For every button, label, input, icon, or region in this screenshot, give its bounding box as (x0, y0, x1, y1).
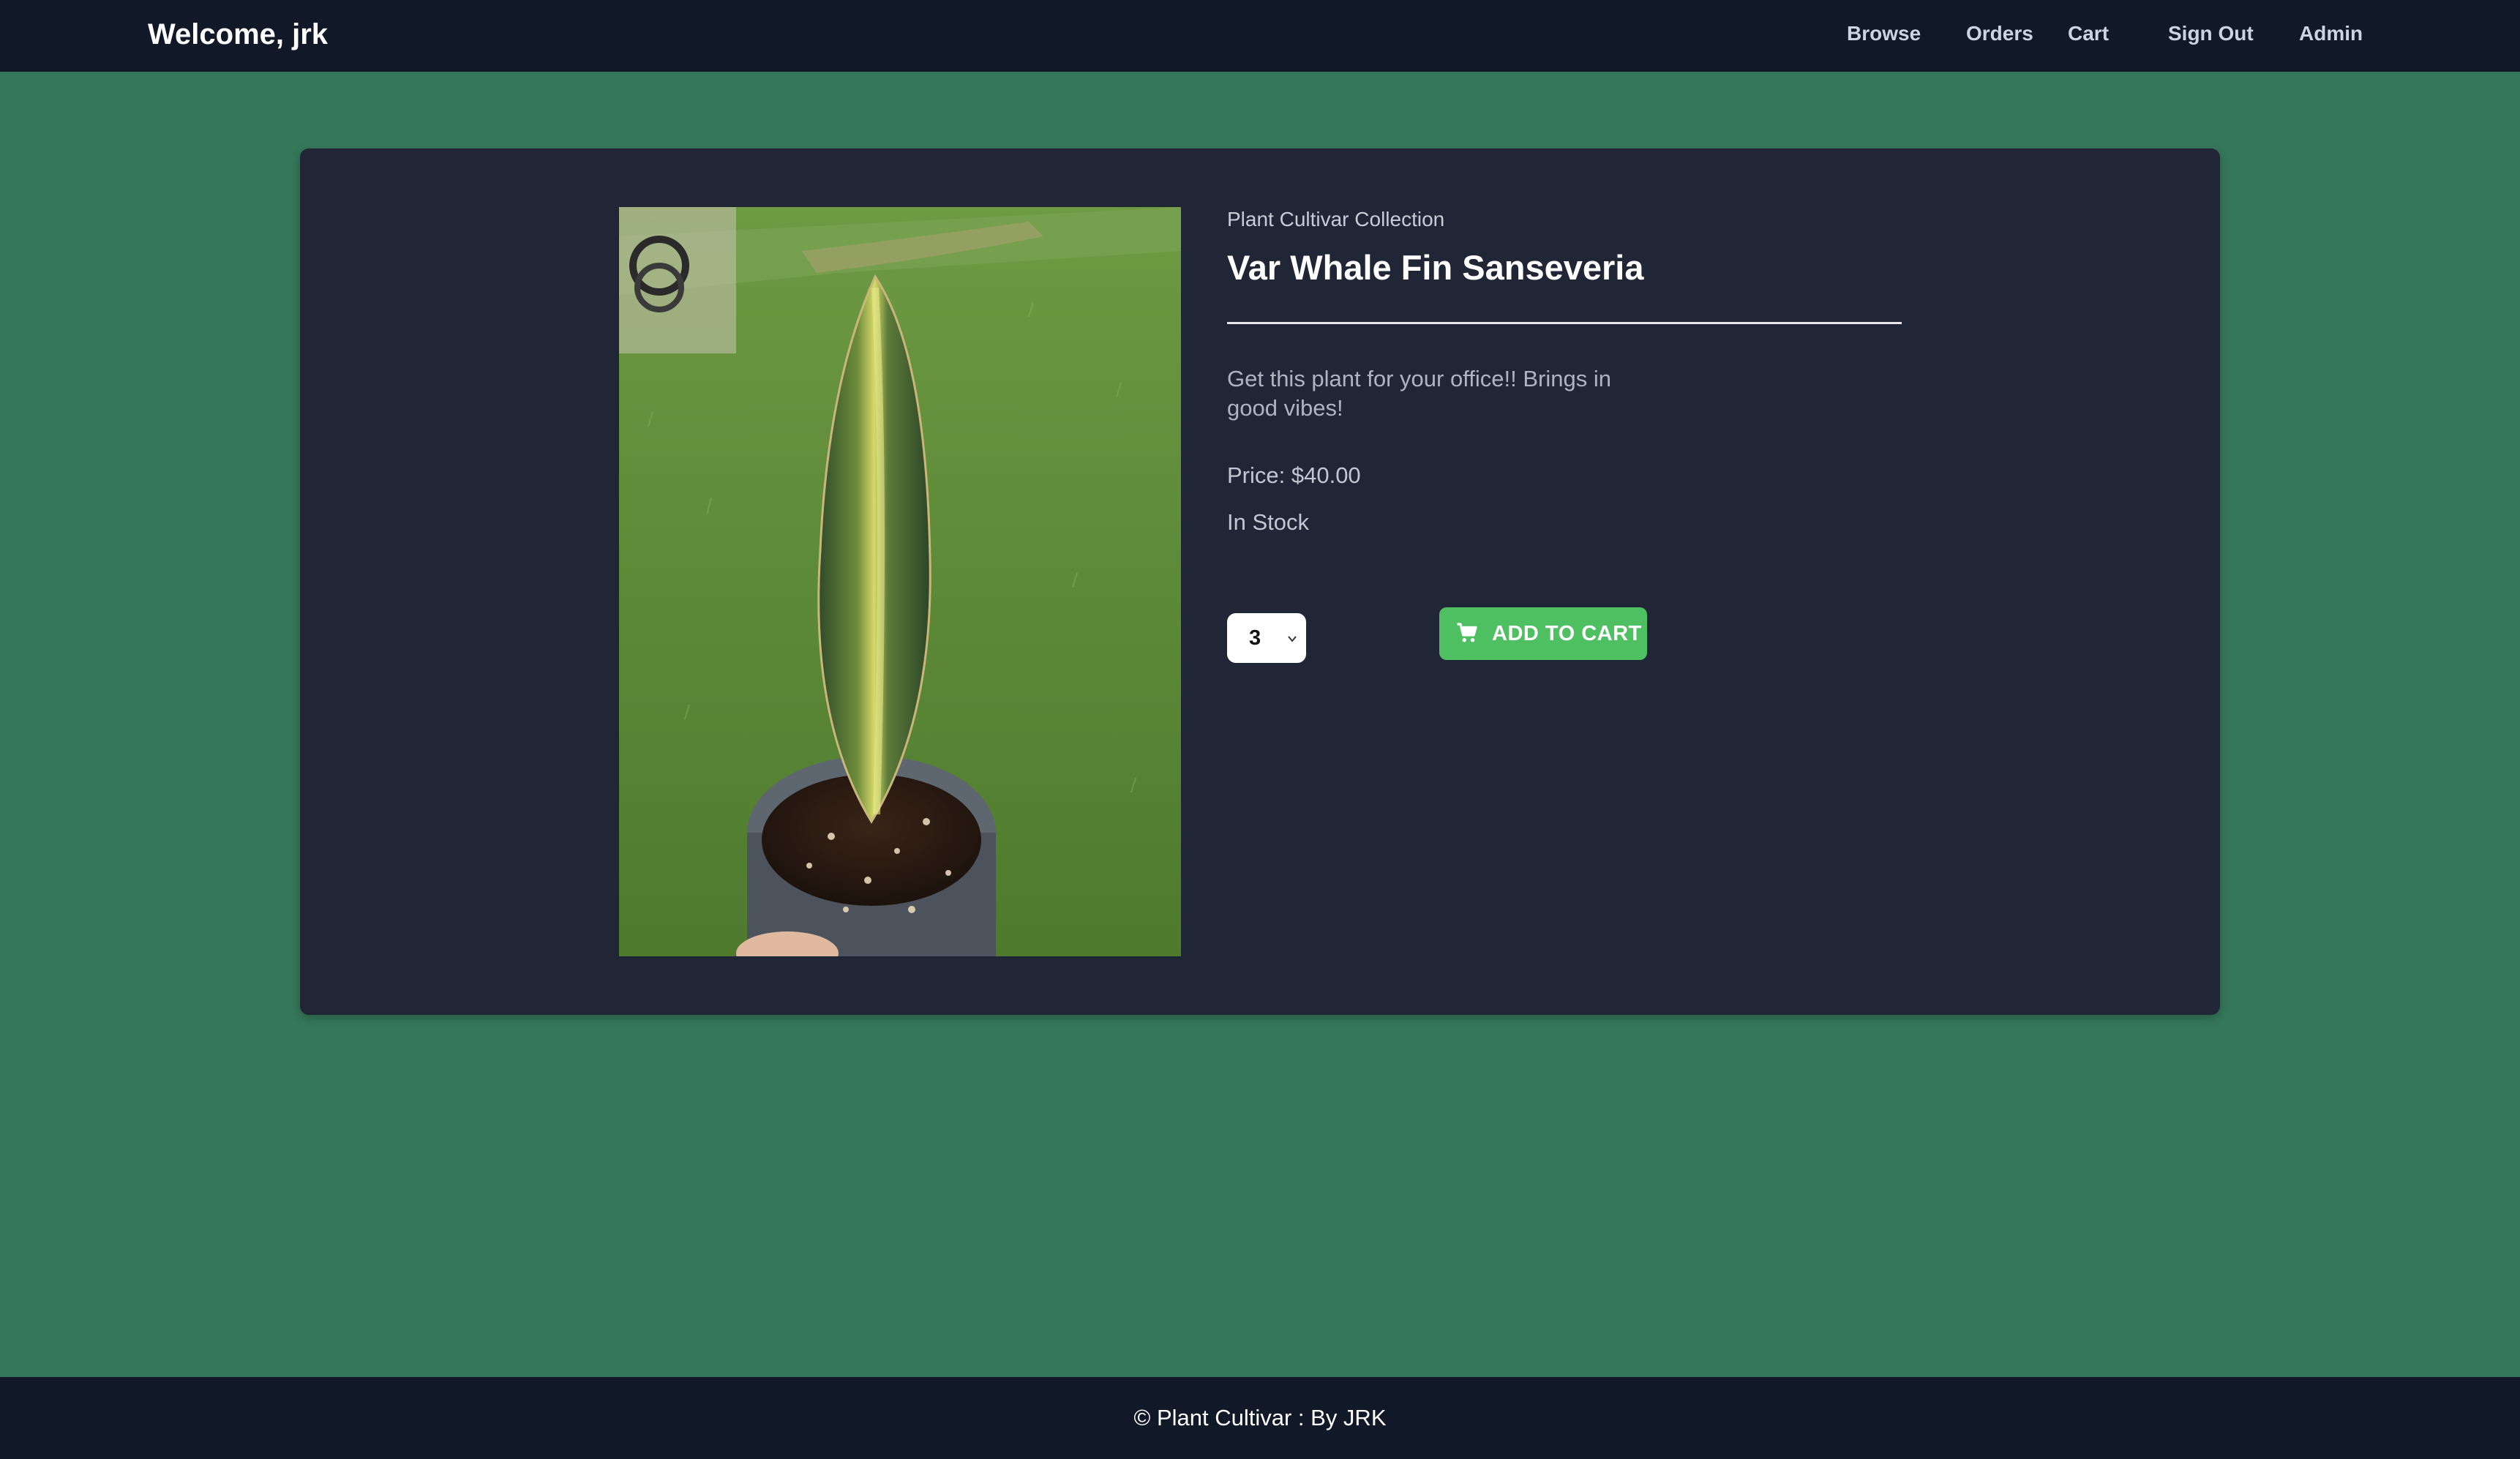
footer-text: © Plant Cultivar : By JRK (1133, 1405, 1387, 1430)
main-nav: Browse Orders Cart Sign Out Admin (0, 20, 2520, 50)
product-image (619, 207, 1181, 956)
add-to-cart-button[interactable]: ADD TO CART (1439, 607, 1647, 660)
product-card: Plant Cultivar Collection Var Whale Fin … (300, 149, 2220, 1015)
add-to-cart-label: ADD TO CART (1492, 622, 1642, 645)
collection-label: Plant Cultivar Collection (1227, 208, 1445, 230)
product-price: Price: $40.00 (1227, 462, 1361, 488)
page-footer: © Plant Cultivar : By JRK (0, 1377, 2520, 1459)
stock-status: In Stock (1227, 509, 1309, 535)
title-divider (1227, 322, 1902, 324)
nav-admin-link[interactable]: Admin (2299, 20, 2363, 47)
nav-browse-link[interactable]: Browse (1847, 20, 1921, 47)
plant-photo-icon (619, 207, 1181, 956)
quantity-select[interactable]: 3 (1227, 613, 1306, 663)
nav-sign-out-link[interactable]: Sign Out (2168, 20, 2254, 47)
shopping-cart-icon (1457, 623, 1477, 642)
product-description: Get this plant for your office!! Brings … (1227, 366, 1611, 421)
product-title: Var Whale Fin Sanseveria (1227, 248, 1644, 287)
nav-cart-link[interactable]: Cart (2068, 20, 2109, 47)
top-navbar: Welcome, jrk Browse Orders Cart Sign Out… (0, 0, 2520, 72)
chevron-down-icon (1288, 636, 1297, 642)
quantity-value: 3 (1249, 626, 1261, 650)
nav-orders-link[interactable]: Orders (1966, 20, 2033, 47)
